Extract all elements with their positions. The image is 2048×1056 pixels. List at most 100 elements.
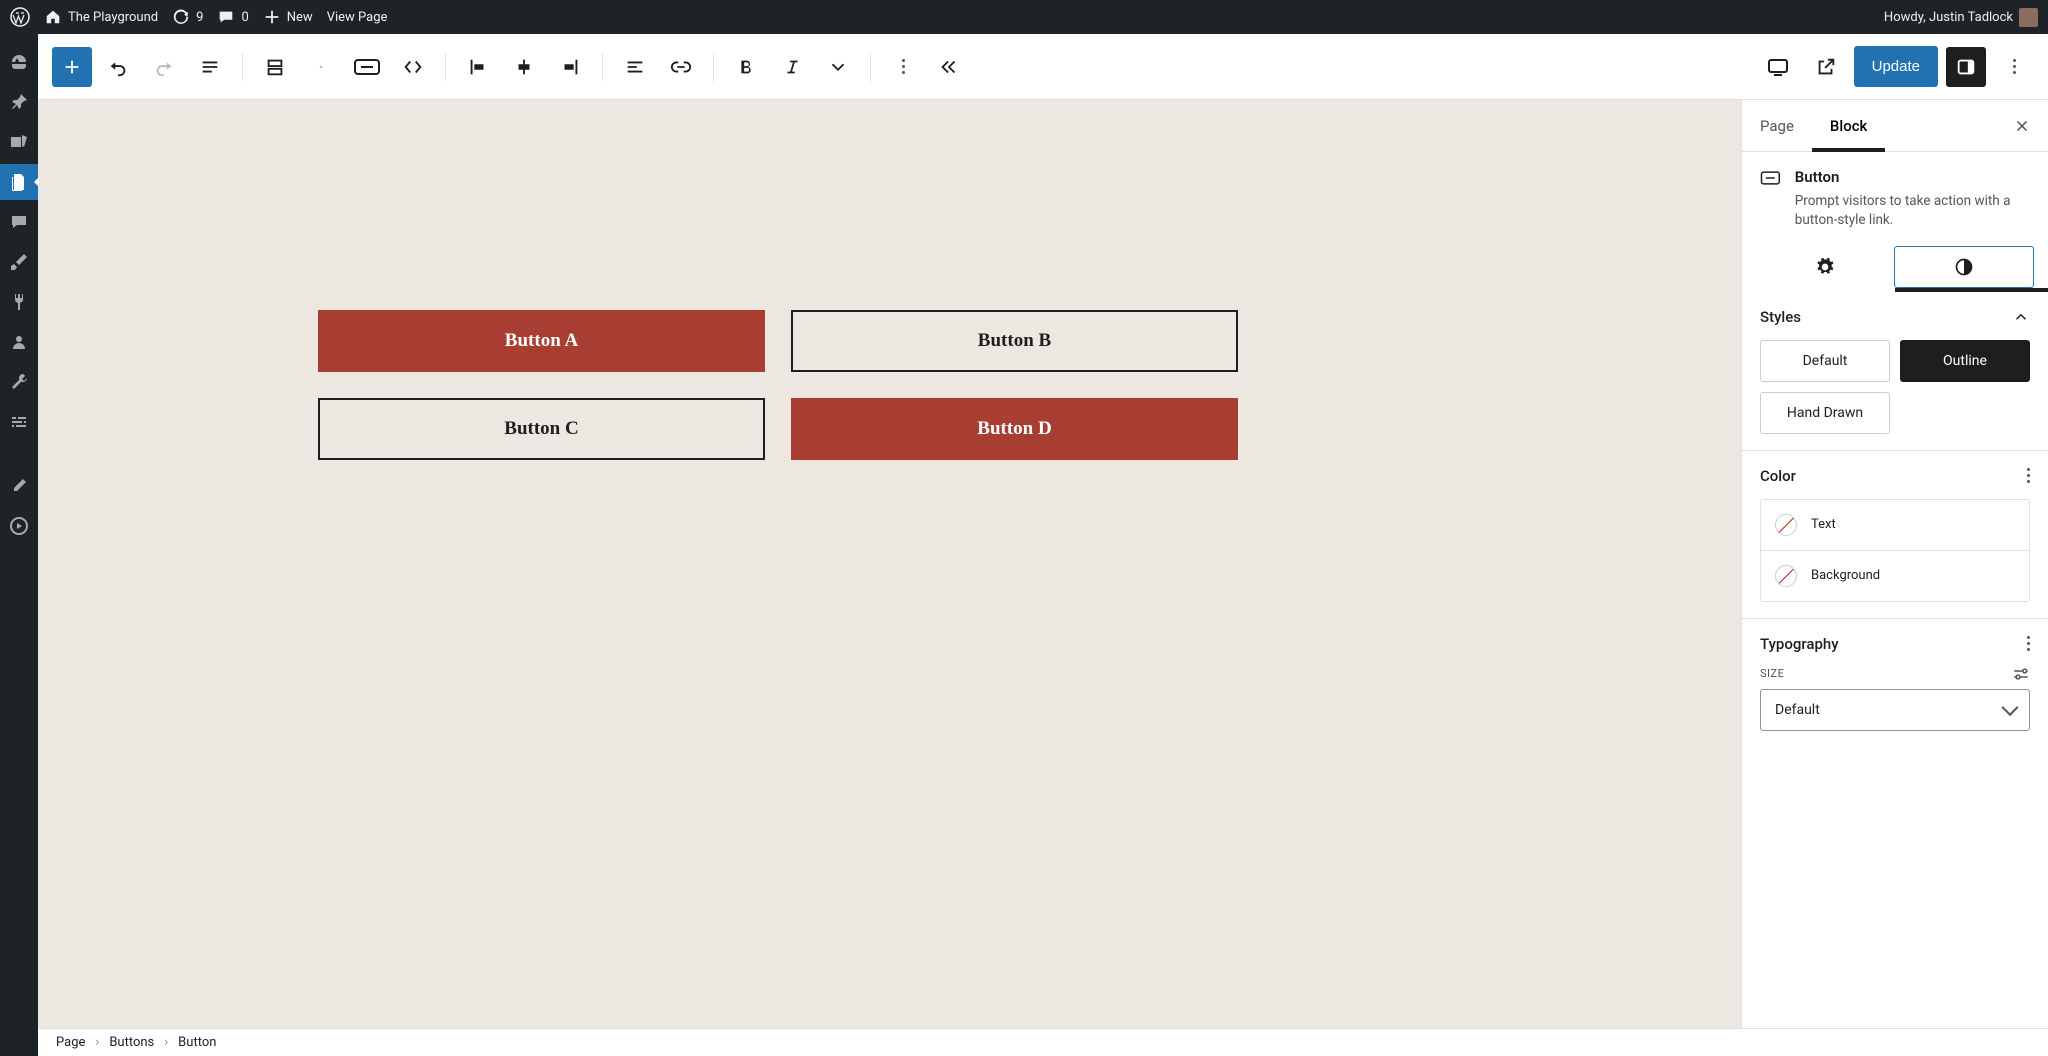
nav-media[interactable] bbox=[0, 124, 38, 160]
color-panel-options[interactable] bbox=[2027, 468, 2030, 483]
sidebar-tabs: Page Block bbox=[1742, 100, 2048, 152]
style-outline[interactable]: Outline bbox=[1900, 340, 2030, 382]
add-block-button[interactable] bbox=[52, 47, 92, 87]
breadcrumb-separator: › bbox=[95, 1035, 99, 1050]
buttons-block[interactable]: Button A Button B Button C Button D bbox=[318, 310, 1238, 460]
toolbar-separator bbox=[242, 53, 243, 81]
settings-tab[interactable] bbox=[1756, 246, 1894, 288]
circle-play-icon bbox=[9, 516, 29, 536]
typography-panel-options[interactable] bbox=[2027, 636, 2030, 651]
howdy-label: Howdy, Justin Tadlock bbox=[1884, 10, 2013, 25]
comments-icon bbox=[9, 212, 29, 232]
color-swatch-empty bbox=[1775, 565, 1797, 587]
align-right-button[interactable] bbox=[550, 47, 590, 87]
parent-block-button[interactable] bbox=[255, 47, 295, 87]
new-content-link[interactable]: New bbox=[263, 8, 313, 26]
button-d[interactable]: Button D bbox=[791, 398, 1238, 460]
block-options-button[interactable] bbox=[883, 47, 923, 87]
nav-pages[interactable] bbox=[0, 164, 38, 200]
sliders-icon[interactable] bbox=[2012, 667, 2030, 681]
style-default[interactable]: Default bbox=[1760, 340, 1890, 382]
styles-tab[interactable] bbox=[1894, 246, 2034, 288]
editor-options-button[interactable] bbox=[1994, 47, 2034, 87]
plus-icon bbox=[263, 8, 281, 26]
nav-collapse-2[interactable] bbox=[0, 508, 38, 544]
nav-comments[interactable] bbox=[0, 204, 38, 240]
nav-users[interactable] bbox=[0, 324, 38, 360]
bold-icon bbox=[735, 56, 757, 78]
nav-posts[interactable] bbox=[0, 84, 38, 120]
three-dots-icon bbox=[2013, 59, 2016, 74]
nav-tools[interactable] bbox=[0, 364, 38, 400]
typography-panel-title: Typography bbox=[1760, 635, 1839, 653]
italic-button[interactable] bbox=[772, 47, 812, 87]
close-sidebar-button[interactable] bbox=[2008, 112, 2036, 140]
chevron-up-icon[interactable] bbox=[2012, 308, 2030, 326]
collapse-toolbar-button[interactable] bbox=[929, 47, 969, 87]
move-block-button[interactable] bbox=[393, 47, 433, 87]
align-center-button[interactable] bbox=[504, 47, 544, 87]
comments-link[interactable]: 0 bbox=[217, 8, 248, 26]
button-c[interactable]: Button C bbox=[318, 398, 765, 460]
style-hand-drawn[interactable]: Hand Drawn bbox=[1760, 392, 1890, 434]
text-align-button[interactable] bbox=[615, 47, 655, 87]
sidebar-toggle-button[interactable] bbox=[1946, 47, 1986, 87]
contrast-icon bbox=[1954, 257, 1974, 277]
button-b[interactable]: Button B bbox=[791, 310, 1238, 372]
redo-icon bbox=[153, 56, 175, 78]
update-button[interactable]: Update bbox=[1854, 46, 1938, 87]
block-type-button[interactable] bbox=[347, 47, 387, 87]
nav-settings[interactable] bbox=[0, 404, 38, 440]
wrench-icon bbox=[9, 372, 29, 392]
nav-plugins[interactable] bbox=[0, 284, 38, 320]
admin-side-nav bbox=[0, 34, 38, 1056]
chevrons-icon bbox=[402, 56, 424, 78]
view-button[interactable] bbox=[1758, 47, 1798, 87]
breadcrumb-item[interactable]: Button bbox=[178, 1035, 216, 1050]
open-preview-button[interactable] bbox=[1806, 47, 1846, 87]
size-select[interactable]: Default bbox=[1760, 689, 2030, 731]
bold-button[interactable] bbox=[726, 47, 766, 87]
breadcrumb-item[interactable]: Buttons bbox=[109, 1035, 154, 1050]
nav-appearance[interactable] bbox=[0, 244, 38, 280]
parent-sep-button[interactable] bbox=[301, 47, 341, 87]
align-left-icon bbox=[467, 56, 489, 78]
view-page-link[interactable]: View Page bbox=[327, 10, 388, 25]
undo-button[interactable] bbox=[98, 47, 138, 87]
admin-bar: The Playground 9 0 New View Page Howdy, … bbox=[0, 0, 2048, 34]
media-icon bbox=[9, 132, 29, 152]
size-select-wrap[interactable]: Default bbox=[1760, 689, 2030, 731]
document-overview-button[interactable] bbox=[190, 47, 230, 87]
chevrons-left-icon bbox=[938, 56, 960, 78]
color-background-row[interactable]: Background bbox=[1760, 550, 2030, 602]
button-a[interactable]: Button A bbox=[318, 310, 765, 372]
new-label: New bbox=[287, 10, 313, 25]
editor-toolbar: Update bbox=[38, 34, 2048, 100]
site-name-link[interactable]: The Playground bbox=[44, 8, 158, 26]
color-swatch-empty bbox=[1775, 514, 1797, 536]
wordpress-logo-icon bbox=[10, 7, 30, 27]
more-format-button[interactable] bbox=[818, 47, 858, 87]
home-icon bbox=[44, 8, 62, 26]
color-text-row[interactable]: Text bbox=[1760, 499, 2030, 550]
link-button[interactable] bbox=[661, 47, 701, 87]
editor-canvas[interactable]: Button A Button B Button C Button D bbox=[38, 100, 1741, 1028]
nav-dashboard[interactable] bbox=[0, 44, 38, 80]
align-left-button[interactable] bbox=[458, 47, 498, 87]
wp-logo[interactable] bbox=[10, 7, 30, 27]
three-dots-icon bbox=[902, 59, 905, 74]
toolbar-separator bbox=[870, 53, 871, 81]
user-profile-link[interactable]: Howdy, Justin Tadlock bbox=[1884, 8, 2038, 27]
tab-block[interactable]: Block bbox=[1812, 100, 1885, 151]
breadcrumb-item[interactable]: Page bbox=[56, 1035, 85, 1050]
color-background-label: Background bbox=[1811, 568, 1880, 583]
nav-collapse-1[interactable] bbox=[0, 468, 38, 504]
updates-count: 9 bbox=[196, 10, 203, 25]
sliders-icon bbox=[9, 412, 29, 432]
align-right-icon bbox=[559, 56, 581, 78]
block-header: Button Prompt visitors to take action wi… bbox=[1742, 152, 2048, 246]
tab-page[interactable]: Page bbox=[1742, 100, 1812, 151]
redo-button[interactable] bbox=[144, 47, 184, 87]
updates-link[interactable]: 9 bbox=[172, 8, 203, 26]
list-icon bbox=[199, 56, 221, 78]
